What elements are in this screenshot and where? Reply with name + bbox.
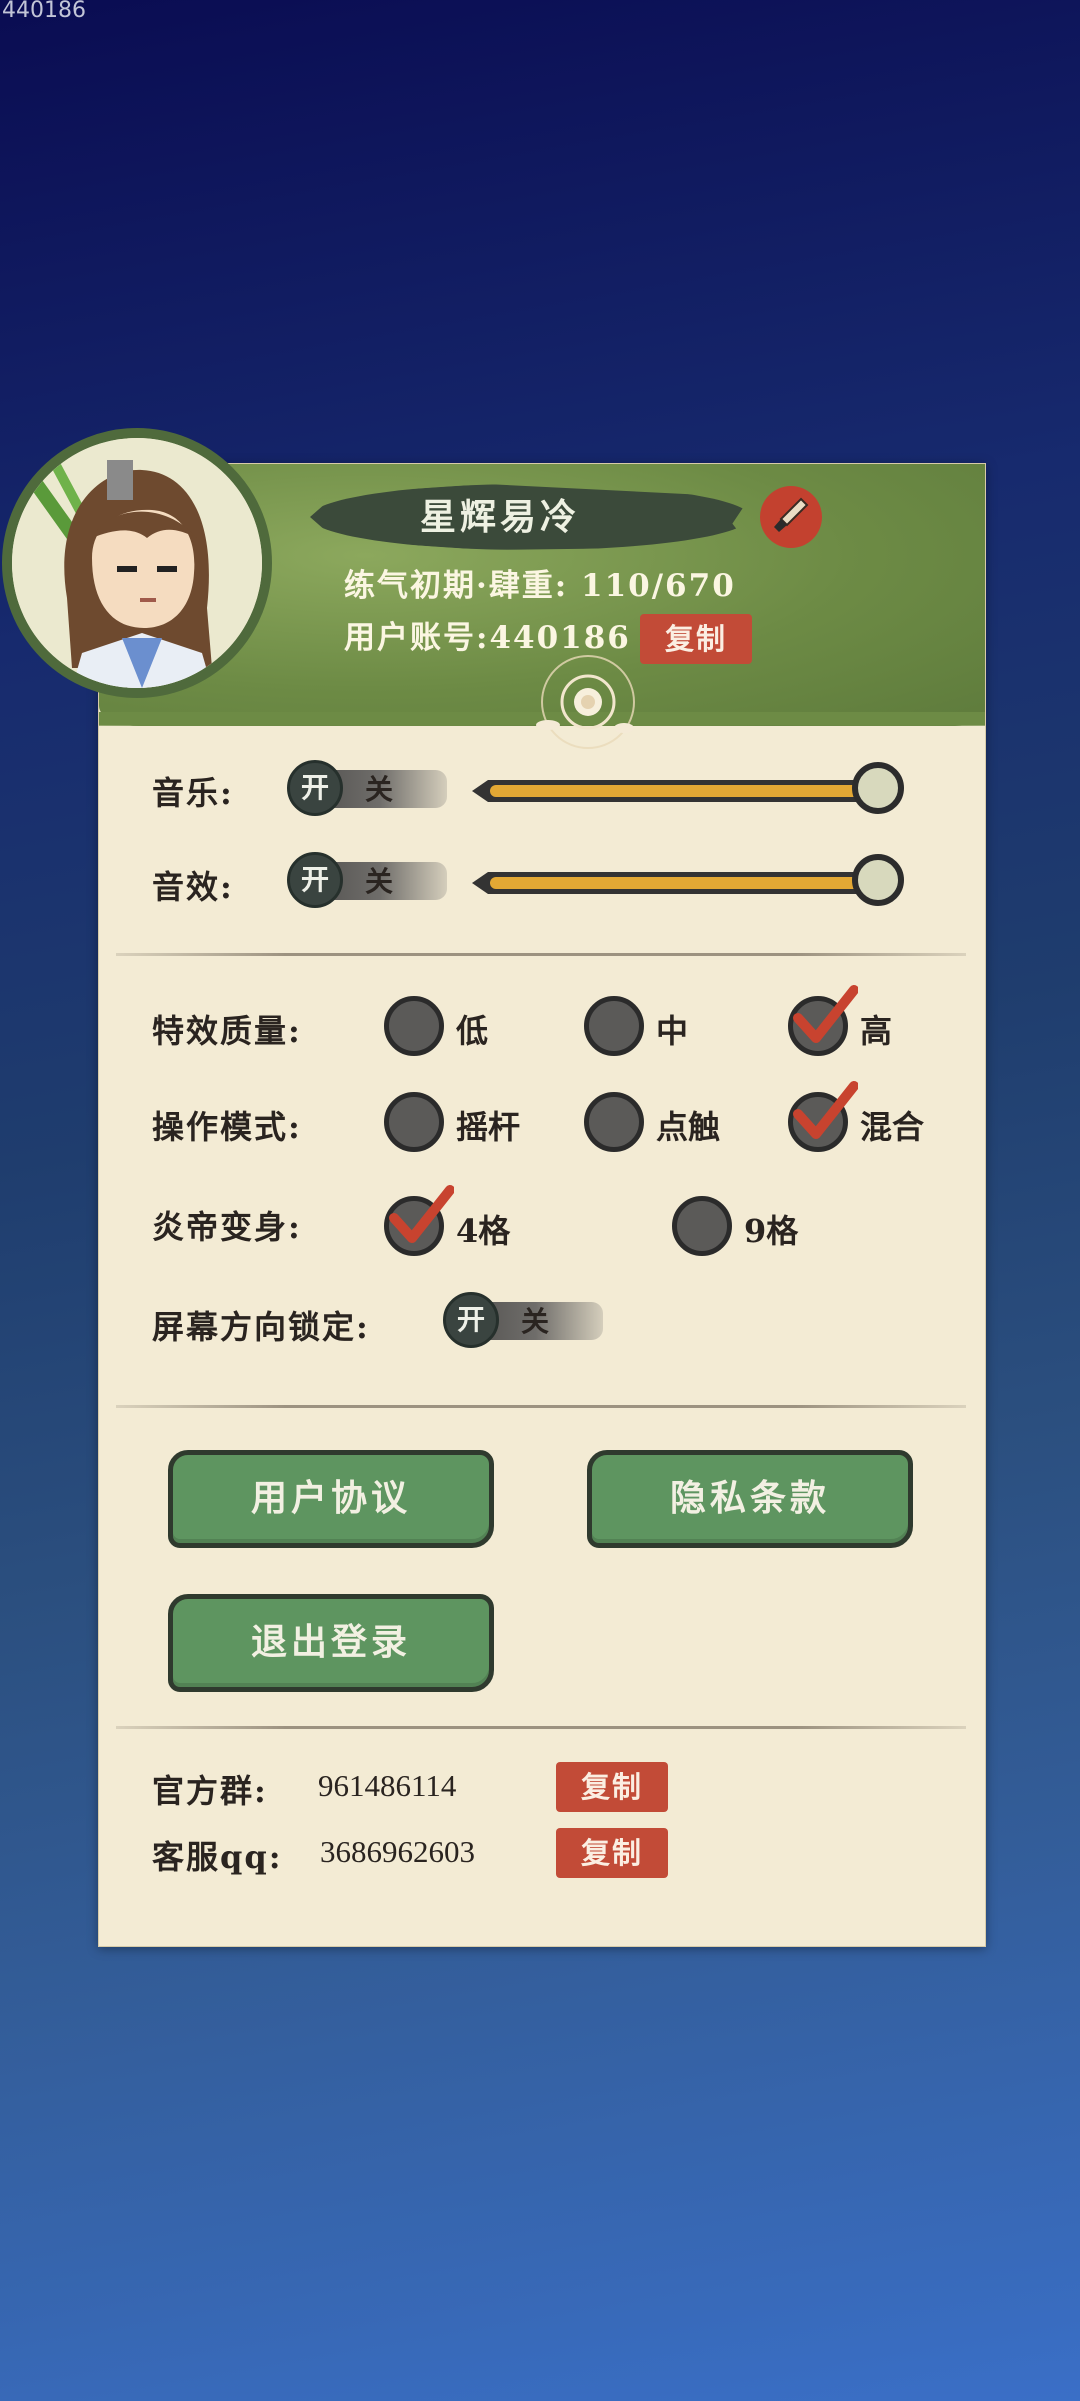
divider xyxy=(116,1405,966,1408)
official-group-label: 官方群: xyxy=(152,1772,268,1810)
transform-option-4[interactable]: 4格 xyxy=(384,1185,544,1258)
radio-icon xyxy=(584,1092,644,1152)
checkmark-icon xyxy=(793,985,858,1043)
radio-icon xyxy=(584,996,644,1056)
user-agreement-button[interactable]: 用户协议 xyxy=(168,1450,494,1548)
customer-service-number: 3686962603 xyxy=(320,1834,475,1869)
music-toggle[interactable]: 开 关 xyxy=(287,760,447,816)
divider xyxy=(116,1726,966,1729)
sfx-off-label: 关 xyxy=(365,865,394,898)
radio-icon xyxy=(384,1092,444,1152)
sfx-label: 音效: xyxy=(152,868,234,906)
music-volume-fill xyxy=(490,785,870,797)
radio-icon xyxy=(384,996,444,1056)
control-option-joystick[interactable]: 摇杆 xyxy=(384,1090,544,1154)
checkmark-icon xyxy=(793,1081,858,1139)
copy-service-button[interactable]: 复制 xyxy=(556,1828,668,1878)
brush-icon xyxy=(771,495,811,539)
copy-group-button[interactable]: 复制 xyxy=(556,1762,668,1812)
music-on-knob: 开 xyxy=(287,760,343,816)
sfx-on-knob: 开 xyxy=(287,852,343,908)
transform-label: 炎帝变身: xyxy=(152,1208,302,1246)
divider xyxy=(116,953,966,956)
sfx-toggle[interactable]: 开 关 xyxy=(287,852,447,908)
transform-option-9[interactable]: 9格 xyxy=(672,1194,832,1258)
customer-service-label: 客服qq: xyxy=(152,1838,283,1876)
avatar[interactable] xyxy=(2,428,272,698)
control-option-mixed[interactable]: 混合 xyxy=(788,1081,958,1154)
effects-option-mid[interactable]: 中 xyxy=(584,994,714,1058)
music-label: 音乐: xyxy=(152,774,234,812)
account-id-overlay: 440186 xyxy=(2,0,86,23)
compass-emblem-icon xyxy=(518,640,658,750)
sfx-volume-slider[interactable] xyxy=(472,852,912,912)
orientation-lock-label: 屏幕方向锁定: xyxy=(152,1308,370,1346)
orientation-on-knob: 开 xyxy=(443,1292,499,1348)
logout-button[interactable]: 退出登录 xyxy=(168,1594,494,1692)
music-volume-thumb[interactable] xyxy=(852,762,904,814)
player-name: 星辉易冷 xyxy=(419,496,580,538)
sfx-volume-thumb[interactable] xyxy=(852,854,904,906)
orientation-lock-toggle[interactable]: 开 关 xyxy=(443,1292,603,1348)
effects-option-high[interactable]: 高 xyxy=(788,985,918,1058)
music-volume-slider[interactable] xyxy=(472,760,912,820)
realm-progress: 练气初期·肆重: 110/670 xyxy=(344,568,736,604)
effects-option-low[interactable]: 低 xyxy=(384,994,514,1058)
official-group-number: 961486114 xyxy=(318,1768,457,1803)
checkmark-icon xyxy=(389,1185,454,1243)
control-mode-label: 操作模式: xyxy=(152,1108,302,1146)
edit-name-button[interactable] xyxy=(760,486,822,548)
effects-quality-label: 特效质量: xyxy=(152,1012,302,1050)
sfx-volume-fill xyxy=(490,877,870,889)
radio-icon xyxy=(672,1196,732,1256)
control-option-touch[interactable]: 点触 xyxy=(584,1090,754,1154)
privacy-policy-button[interactable]: 隐私条款 xyxy=(587,1450,913,1548)
music-off-label: 关 xyxy=(365,773,394,806)
orientation-off-label: 关 xyxy=(521,1305,550,1338)
